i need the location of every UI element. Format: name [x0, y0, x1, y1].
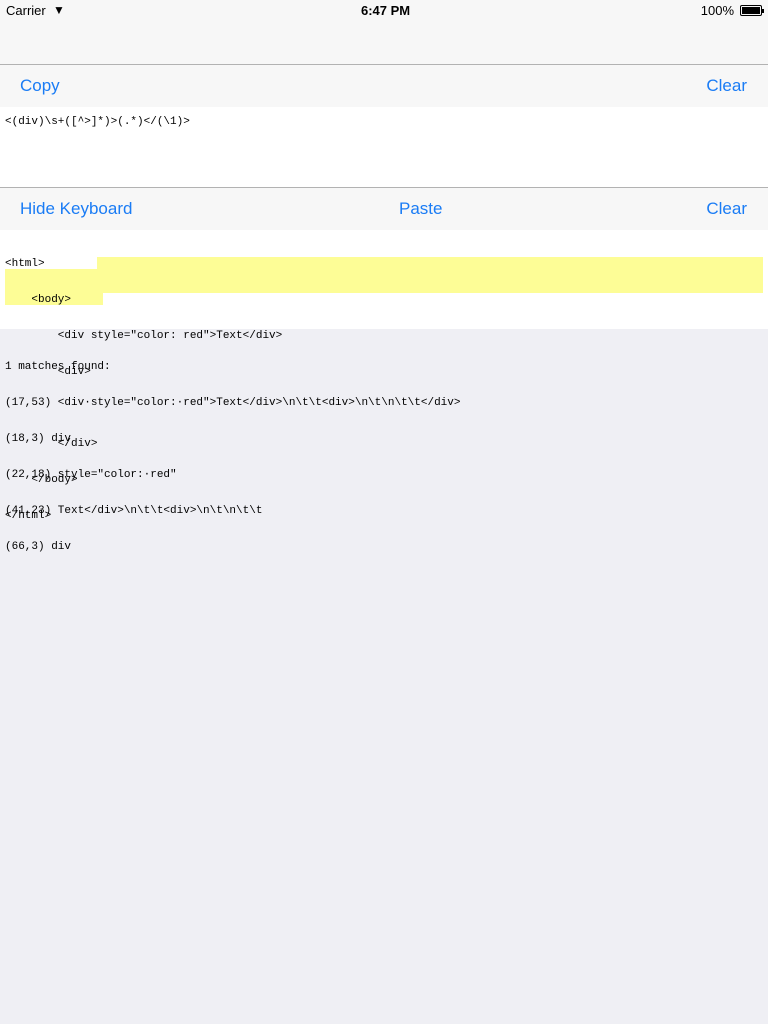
regex-input[interactable]: <(div)\s+([^>]*)>(.*)</(\1)> [0, 107, 768, 188]
status-bar: Carrier ▼ 6:47 PM 100% [0, 0, 768, 20]
clear-text-button[interactable]: Clear [706, 199, 747, 219]
code-line: <html> [5, 258, 45, 270]
clear-regex-button[interactable]: Clear [706, 76, 747, 96]
result-item: (66,3) div [5, 541, 72, 553]
regex-text: <(div)\s+([^>]*)>(.*)</(\1)> [5, 116, 190, 128]
result-item: (22,18) style="color:·red" [5, 469, 177, 481]
results-list: 1 matches found: (17,53) <div·style="col… [5, 337, 460, 565]
text-toolbar: Hide Keyboard Paste Clear [0, 188, 768, 230]
copy-button[interactable]: Copy [20, 76, 60, 96]
wifi-icon: ▼ [53, 3, 65, 17]
carrier-label: Carrier [6, 3, 46, 18]
sample-text-input[interactable]: <html> <body> <div style="color: red">Te… [0, 230, 768, 522]
battery-percent: 100% [700, 3, 734, 18]
hide-keyboard-button[interactable]: Hide Keyboard [20, 199, 132, 219]
navigation-bar [0, 20, 768, 65]
result-item: (18,3) div [5, 433, 72, 445]
regex-toolbar: Copy Clear [0, 65, 768, 107]
battery-icon [740, 5, 764, 16]
results-summary: 1 matches found: [5, 361, 111, 373]
result-item: (41,23) Text</div>\n\t\t<div>\n\t\n\t\t [5, 505, 263, 517]
result-item: (17,53) <div·style="color:·red">Text</di… [5, 397, 461, 409]
paste-button[interactable]: Paste [399, 199, 442, 219]
clock: 6:47 PM [361, 3, 411, 18]
code-line: <body> [5, 294, 72, 306]
